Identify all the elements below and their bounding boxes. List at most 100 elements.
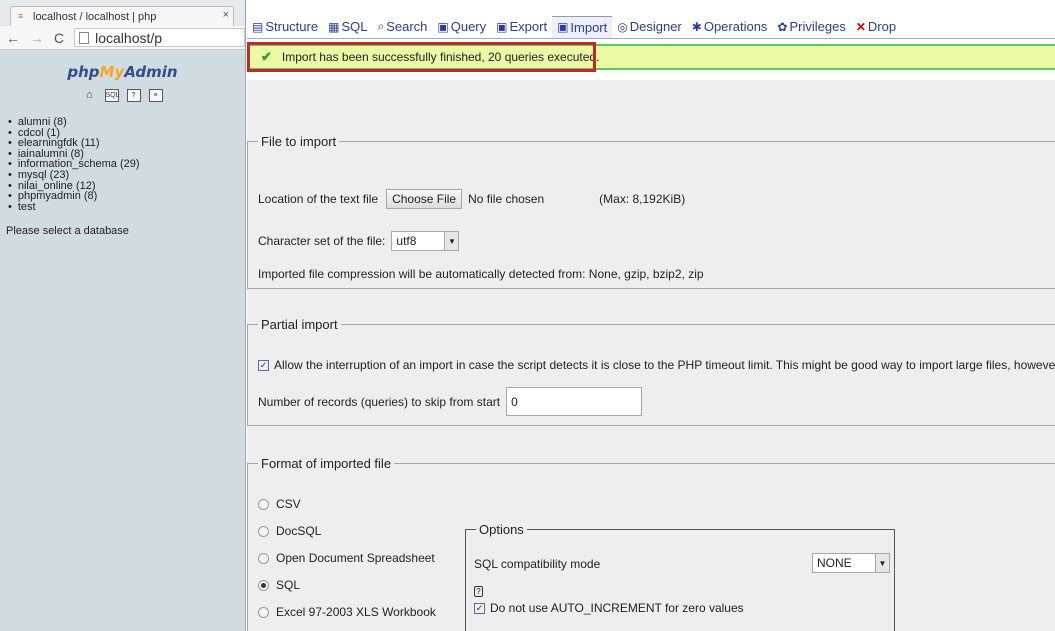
skip-records-label: Number of records (queries) to skip from… [258, 394, 501, 409]
format-option-xls[interactable]: Excel 97-2003 XLS Workbook [258, 605, 436, 619]
tab-label: Export [509, 19, 548, 34]
format-fieldset: Format of imported file CSV DocSQL Open … [247, 456, 1055, 631]
compat-label: SQL compatibility mode [474, 557, 601, 571]
url-text: localhost/p [95, 29, 163, 46]
tab-structure[interactable]: ▤ Structure [247, 16, 323, 38]
skip-records-input[interactable]: 0 [506, 387, 643, 416]
tab-designer[interactable]: ◎ Designer [612, 16, 687, 38]
structure-icon: ▤ [252, 19, 264, 34]
sql-icon: ▦ [328, 19, 340, 34]
database-item[interactable]: alumni (8) [8, 117, 245, 128]
privileges-icon: ✿ [777, 19, 788, 34]
chevron-down-icon: ▼ [444, 232, 459, 250]
no-file-chosen-text: No file chosen [468, 192, 545, 206]
options-legend: Options [479, 522, 524, 537]
tab-label: Drop [867, 19, 897, 34]
help-row: ? [474, 586, 483, 597]
tab-import[interactable]: ▣ Import [552, 15, 613, 38]
charset-select[interactable]: utf8 ▼ [391, 231, 460, 251]
docs-icon[interactable]: ≡ [148, 89, 163, 102]
allow-interrupt-checkbox[interactable]: ✓ [258, 359, 269, 371]
compat-value: NONE [817, 556, 852, 570]
logo-my: My [99, 63, 125, 81]
tab-close-icon[interactable]: × [223, 9, 229, 21]
database-item[interactable]: mysql (23) [8, 170, 245, 181]
tab-label: Search [386, 19, 428, 34]
logo-admin: Admin [124, 63, 178, 81]
query-window-icon[interactable]: ? [126, 89, 141, 102]
format-label: Open Document Spreadsheet [276, 551, 435, 565]
search-icon: ⌕ [377, 19, 385, 33]
file-to-import-fieldset: File to import Location of the text file… [247, 134, 1055, 289]
radio-docsql[interactable] [258, 525, 269, 537]
format-label: DocSQL [276, 524, 322, 538]
partial-import-fieldset: Partial import ✓ Allow the interruption … [247, 317, 1055, 426]
compat-select[interactable]: NONE ▼ [812, 553, 890, 573]
radio-xls[interactable] [258, 606, 269, 618]
allow-interrupt-label: Allow the interruption of an import in c… [274, 358, 1055, 372]
address-bar: ← → C localhost/p [0, 26, 245, 50]
tab-label: Structure [265, 19, 319, 34]
format-option-csv[interactable]: CSV [258, 497, 301, 511]
file-to-import-legend: File to import [261, 134, 337, 149]
database-item[interactable]: phpmyadmin (8) [8, 191, 245, 202]
radio-csv[interactable] [258, 498, 269, 510]
format-label: SQL [276, 578, 301, 592]
designer-icon: ◎ [617, 19, 628, 34]
back-arrow-icon[interactable]: ← [6, 30, 20, 46]
export-icon: ▣ [496, 19, 508, 34]
choose-file-button[interactable]: Choose File [386, 189, 463, 209]
home-icon[interactable]: ⌂ [83, 89, 97, 102]
file-location-label: Location of the text file [258, 192, 379, 206]
sidebar-icon-bar: ⌂ SQL ? ≡ [0, 89, 245, 102]
partial-import-legend: Partial import [261, 317, 338, 332]
drop-icon: ✕ [855, 19, 866, 34]
tab-label: SQL [341, 19, 368, 34]
file-location-row: Location of the text file Choose File No… [258, 189, 685, 209]
import-icon: ▣ [557, 20, 569, 34]
tab-label: Designer [629, 19, 682, 34]
allow-interrupt-row: ✓ Allow the interruption of an import in… [258, 358, 1055, 372]
operations-icon: ✱ [691, 19, 702, 34]
database-item[interactable]: test [8, 201, 245, 213]
auto-increment-checkbox[interactable]: ✓ [474, 602, 485, 614]
tab-query[interactable]: ▣ Query [432, 16, 491, 38]
charset-value: utf8 [396, 234, 417, 248]
skip-records-row: Number of records (queries) to skip from… [258, 387, 643, 416]
help-icon[interactable]: ? [474, 586, 483, 597]
tab-drop[interactable]: ✕ Drop [851, 16, 901, 38]
radio-sql[interactable] [258, 579, 269, 591]
format-label: CSV [276, 497, 301, 511]
pma-favicon-icon: ≡ [18, 11, 24, 21]
tab-label: Query [450, 19, 487, 34]
max-size-text: (Max: 8,192KiB) [599, 192, 686, 206]
tab-operations[interactable]: ✱ Operations [687, 16, 773, 38]
charset-row: Character set of the file: utf8 ▼ [258, 231, 460, 251]
sql-icon[interactable]: SQL [104, 89, 120, 102]
tab-export[interactable]: ▣ Export [491, 16, 552, 38]
format-legend: Format of imported file [261, 456, 392, 471]
page-icon [79, 31, 90, 44]
charset-label: Character set of the file: [258, 234, 386, 248]
top-nav-tabs: ▤ Structure ▦ SQL ⌕ Search ▣ Query ▣ Export ▣… [247, 15, 1055, 39]
reload-icon[interactable]: C [54, 30, 64, 46]
browser-tab[interactable]: ≡ localhost / localhost | php × [10, 6, 234, 26]
logo-php: php [67, 63, 100, 81]
phpmyadmin-logo[interactable]: phpMyAdmin [0, 63, 245, 81]
compression-note: Imported file compression will be automa… [258, 267, 704, 281]
highlight-box [247, 42, 596, 72]
tab-privileges[interactable]: ✿ Privileges [772, 16, 850, 38]
format-option-docsql[interactable]: DocSQL [258, 524, 321, 538]
url-field[interactable]: localhost/p [74, 28, 245, 47]
tab-label: Import [570, 19, 608, 35]
tab-search[interactable]: ⌕ Search [372, 16, 432, 38]
format-option-ods[interactable]: Open Document Spreadsheet [258, 551, 435, 565]
left-pane: ≡ localhost / localhost | php × ← → C lo… [0, 0, 246, 631]
database-list: alumni (8) cdcol (1) elearningfdk (11) i… [0, 117, 245, 212]
chevron-down-icon: ▼ [875, 554, 889, 572]
format-option-sql[interactable]: SQL [258, 578, 300, 592]
radio-ods[interactable] [258, 552, 269, 564]
tab-sql[interactable]: ▦ SQL [323, 16, 372, 38]
format-label: Excel 97-2003 XLS Workbook [276, 605, 436, 619]
forward-arrow-icon[interactable]: → [30, 30, 44, 46]
